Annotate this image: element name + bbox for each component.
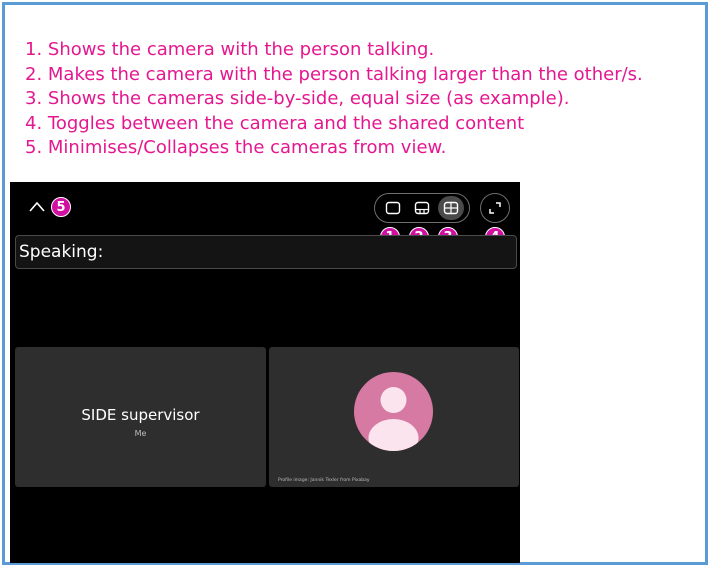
image-credit: Profile image: Jannik Texler from Pixaba… — [278, 478, 370, 483]
instruction-list: 1. Shows the camera with the person talk… — [25, 38, 643, 161]
instruction-1: 1. Shows the camera with the person talk… — [25, 39, 435, 60]
speaker-view-button[interactable] — [380, 196, 406, 220]
instruction-2: 2. Makes the camera with the person talk… — [25, 63, 643, 85]
chevron-up-icon[interactable] — [28, 198, 46, 216]
person-avatar-icon — [354, 372, 433, 451]
grid-view-button[interactable] — [437, 196, 464, 220]
expand-icon — [489, 202, 501, 214]
large-speaker-view-button[interactable] — [409, 196, 435, 220]
toggle-content-button[interactable] — [480, 193, 510, 223]
grid-view-icon — [443, 201, 458, 215]
instruction-4: 4. Toggles between the camera and the sh… — [25, 112, 525, 134]
video-call-panel: 5 Speaking: SIDE supervisor Me Profile i… — [10, 182, 520, 563]
participant-tile-self[interactable]: SIDE supervisor Me — [15, 347, 266, 487]
large-speaker-view-icon — [414, 201, 430, 215]
instruction-5: 5. Minimises/Collapses the cameras from … — [25, 137, 447, 158]
participant-name: SIDE supervisor — [81, 406, 200, 424]
participant-subtitle: Me — [134, 429, 147, 438]
instruction-3: 3. Shows the cameras side-by-side, equal… — [25, 88, 570, 109]
speaking-bar: Speaking: — [15, 235, 517, 269]
participant-tile-remote[interactable]: Profile image: Jannik Texler from Pixaba… — [269, 347, 519, 487]
speaker-view-icon — [386, 201, 401, 215]
layout-switcher — [374, 193, 470, 223]
camera-toolbar: 5 — [10, 182, 520, 247]
badge-5: 5 — [51, 197, 71, 217]
speaking-label: Speaking: — [19, 242, 104, 262]
